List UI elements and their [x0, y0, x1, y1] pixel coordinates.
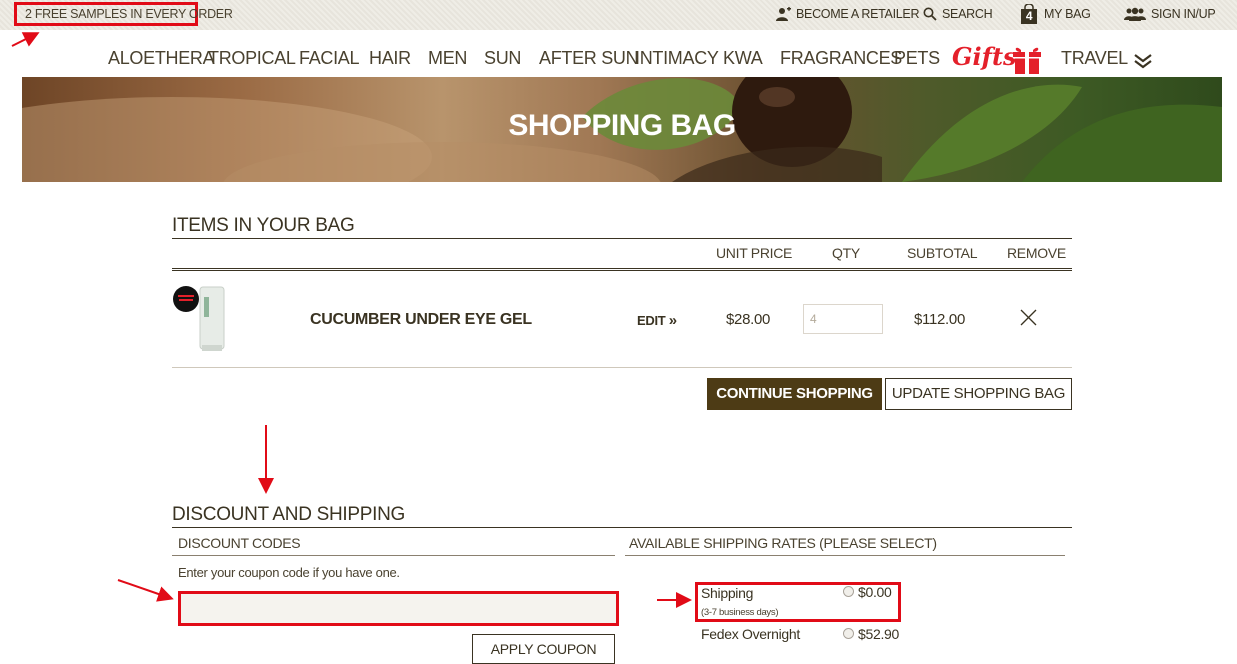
shipping-option-standard[interactable]: Shipping	[701, 585, 753, 601]
bag-heading-divider	[172, 238, 1072, 239]
discount-heading-divider	[172, 527, 1072, 528]
bag-heading: ITEMS IN YOUR BAG	[172, 215, 355, 236]
shipping-rates-heading: AVAILABLE SHIPPING RATES (PLEASE SELECT)	[629, 535, 937, 551]
col-subtotal: SUBTOTAL	[907, 245, 978, 261]
product-thumbnail[interactable]	[172, 283, 228, 353]
nav-item-gifts[interactable]: Gifts	[952, 42, 1017, 71]
double-chevron-right-icon: »	[668, 312, 677, 329]
nav-item-kwa[interactable]: KWA	[723, 48, 763, 69]
columns-divider	[172, 268, 1072, 271]
become-retailer-link[interactable]: BECOME A RETAILER	[775, 7, 919, 21]
col-unit-price: UNIT PRICE	[716, 245, 793, 261]
search-link[interactable]: SEARCH	[923, 7, 993, 21]
search-icon	[923, 7, 937, 21]
product-name-link[interactable]: CUCUMBER UNDER EYE GEL	[310, 311, 532, 329]
nav-item-men[interactable]: MEN	[428, 48, 467, 69]
top-utility-bar: 2 FREE SAMPLES IN EVERY ORDER BECOME A R…	[0, 0, 1237, 30]
shipping-rates-divider	[625, 555, 1065, 556]
nav-item-pets[interactable]: PETS	[894, 48, 940, 69]
apply-coupon-button[interactable]: APPLY COUPON	[472, 634, 615, 664]
nav-item-intimacy[interactable]: INTIMACY	[635, 48, 719, 69]
main-navigation: ALOETHERA TROPICAL FACIAL HAIR MEN SUN A…	[0, 42, 1237, 74]
close-icon[interactable]	[1020, 309, 1037, 326]
nav-item-tropical[interactable]: TROPICAL	[208, 48, 296, 69]
unit-price: $28.00	[726, 311, 771, 328]
quantity-input[interactable]	[803, 304, 883, 334]
shipping-option-note: (3-7 business days)	[701, 607, 779, 618]
nav-item-hair[interactable]: HAIR	[369, 48, 411, 69]
my-bag-link[interactable]: 4 MY BAG	[1021, 4, 1091, 24]
col-remove: REMOVE	[1007, 245, 1066, 261]
gift-box-icon	[1013, 47, 1041, 74]
row-divider	[172, 367, 1072, 368]
continue-shopping-button[interactable]: CONTINUE SHOPPING	[707, 378, 882, 410]
discount-codes-divider	[172, 555, 615, 556]
bag-count: 4	[1025, 9, 1033, 23]
discount-codes-heading: DISCOUNT CODES	[178, 535, 301, 551]
search-label: SEARCH	[942, 7, 993, 21]
page-title: SHOPPING BAG	[508, 109, 736, 142]
nav-item-after-sun[interactable]: AFTER SUN	[539, 48, 639, 69]
edit-item-link[interactable]: EDIT »	[637, 312, 677, 329]
nav-item-fragrances[interactable]: FRAGRANCES	[780, 48, 902, 69]
item-subtotal: $112.00	[914, 311, 966, 328]
free-samples-promo: 2 FREE SAMPLES IN EVERY ORDER	[14, 2, 233, 26]
coupon-hint: Enter your coupon code if you have one.	[178, 565, 400, 580]
standard-shipping-price: $0.00	[858, 584, 892, 600]
sign-in-link[interactable]: SIGN IN/UP	[1124, 7, 1216, 21]
nav-item-sun[interactable]: SUN	[484, 48, 521, 69]
update-shopping-bag-button[interactable]: UPDATE SHOPPING BAG	[885, 378, 1072, 410]
my-bag-label: MY BAG	[1044, 7, 1091, 21]
shopping-bag-icon: 4	[1021, 4, 1037, 24]
retailer-icon	[776, 7, 791, 21]
discount-shipping-heading: DISCOUNT AND SHIPPING	[172, 504, 406, 525]
nav-item-aloethera[interactable]: ALOETHERA	[108, 48, 215, 69]
nav-item-facial[interactable]: FACIAL	[299, 48, 360, 69]
double-chevron-down-icon[interactable]	[1133, 53, 1153, 69]
users-icon	[1124, 7, 1146, 21]
hero-banner: SHOPPING BAG	[22, 77, 1222, 182]
fedex-shipping-price: $52.90	[858, 626, 900, 642]
edit-label: EDIT	[637, 313, 666, 328]
standard-shipping-radio[interactable]	[843, 586, 854, 597]
nav-item-travel[interactable]: TRAVEL	[1061, 48, 1128, 69]
become-retailer-label: BECOME A RETAILER	[796, 7, 920, 21]
fedex-shipping-radio[interactable]	[843, 628, 854, 639]
sign-in-label: SIGN IN/UP	[1151, 7, 1216, 21]
coupon-code-input[interactable]	[178, 591, 619, 626]
shipping-option-fedex[interactable]: Fedex Overnight	[701, 626, 800, 642]
col-qty: QTY	[832, 245, 860, 261]
